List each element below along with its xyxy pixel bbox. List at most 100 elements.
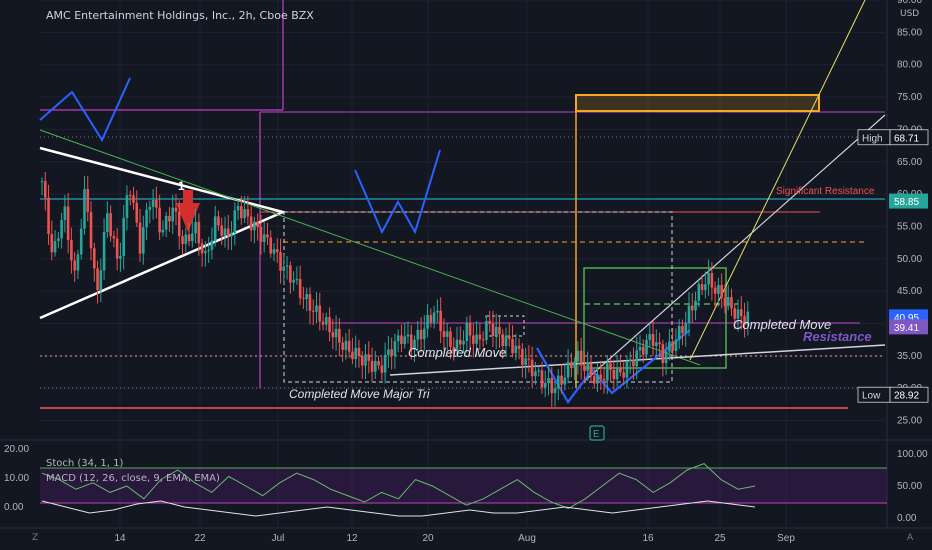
candle-body <box>135 202 139 223</box>
candle-body <box>550 378 554 394</box>
candle-body <box>651 334 655 346</box>
candle-body <box>677 326 681 340</box>
candle-body <box>360 356 364 366</box>
candle-body <box>717 284 720 294</box>
price-label: Low 28.92 <box>857 386 929 403</box>
candle-body <box>606 363 609 381</box>
candle-body <box>511 338 514 354</box>
candle-body <box>586 362 590 371</box>
time-tick: 25 <box>714 533 726 544</box>
candle-body <box>671 341 674 351</box>
candle-body <box>174 207 178 212</box>
time-tick: 20 <box>422 533 434 544</box>
candle-body <box>132 195 135 203</box>
candle-body <box>370 360 374 372</box>
completed-move-label: Completed Move <box>733 317 831 332</box>
candle-body <box>436 310 439 313</box>
candle-body <box>416 329 420 340</box>
candle-body <box>615 367 619 380</box>
time-tick: Aug <box>518 533 536 544</box>
earnings-label: E <box>593 429 600 440</box>
time-tick: 12 <box>346 533 358 544</box>
candle-body <box>576 350 580 362</box>
candle-body <box>390 349 393 356</box>
macd-tick: 10.00 <box>4 473 29 484</box>
candle-body <box>115 238 119 259</box>
candle-body <box>462 341 465 345</box>
candle-body <box>507 335 511 339</box>
candle-body <box>468 322 472 336</box>
candle-body <box>226 228 230 237</box>
stoch-tick: 50.00 <box>897 481 922 492</box>
candle-body <box>396 335 400 342</box>
candle-body <box>79 228 83 255</box>
candle-body <box>628 359 632 362</box>
candle-body <box>344 340 348 350</box>
candle-body <box>527 358 531 360</box>
candle-body <box>491 323 495 337</box>
price-label: 58.85 <box>889 193 928 209</box>
chart-title: AMC Entertainment Holdings, Inc., 2h, Cb… <box>46 9 314 22</box>
candle-body <box>164 215 168 230</box>
candle-body <box>530 359 534 377</box>
candle-body <box>592 376 596 384</box>
candle-body <box>602 378 606 381</box>
stoch-label[interactable]: Stoch (34, 1, 1) <box>46 458 123 469</box>
price-tick: 35.00 <box>897 351 922 362</box>
price-tick: 75.00 <box>897 92 922 103</box>
candle-body <box>475 334 478 344</box>
candle-body <box>485 320 488 341</box>
candle-body <box>540 370 544 388</box>
candle-body <box>419 329 423 340</box>
completed-move-label: Completed Move <box>408 345 506 360</box>
time-tick: Sep <box>777 533 795 544</box>
candle-body <box>76 254 80 271</box>
candle-body <box>102 231 106 271</box>
candle-body <box>710 273 714 288</box>
candle-body <box>573 361 576 369</box>
candle-body <box>106 213 109 232</box>
candle-body <box>429 315 433 323</box>
candle-body <box>112 236 116 239</box>
candle-body <box>498 326 501 335</box>
candle-body <box>442 331 446 337</box>
candle-body <box>648 334 652 340</box>
macd-tick: 20.00 <box>4 444 29 455</box>
candle-body <box>210 240 214 250</box>
candle-body <box>684 322 688 334</box>
candle-body <box>707 273 710 285</box>
candle-body <box>377 361 380 366</box>
candle-body <box>632 359 635 367</box>
candle-body <box>187 234 191 242</box>
candle-body <box>521 348 524 365</box>
candle-body <box>243 209 246 219</box>
macd-label[interactable]: MACD (12, 26, close, 9, EMA, EMA) <box>46 473 220 484</box>
candle-body <box>57 238 60 242</box>
price-tick: 90.00 <box>897 0 922 6</box>
candle-body <box>207 249 210 252</box>
auto-scale-corner[interactable]: A <box>907 533 913 543</box>
candle-body <box>393 341 397 356</box>
candle-body <box>655 342 658 346</box>
candle-body <box>230 233 233 237</box>
candle-body <box>305 294 308 299</box>
candle-body <box>223 228 227 236</box>
price-tick: 25.00 <box>897 416 922 427</box>
candle-body <box>619 367 622 373</box>
candle-body <box>730 297 733 309</box>
candle-body <box>638 346 642 351</box>
candle-body <box>537 370 540 372</box>
time-tick: Jul <box>272 533 285 544</box>
candle-body <box>40 181 44 183</box>
candle-body <box>109 213 112 237</box>
candle-body <box>272 249 276 254</box>
candle-body <box>249 216 253 231</box>
candle-body <box>347 340 351 352</box>
candle-body <box>298 279 302 299</box>
candle-body <box>122 218 125 256</box>
candle-body <box>321 321 325 325</box>
time-tick: 14 <box>114 533 126 544</box>
candle-body <box>151 199 155 207</box>
timezone-corner[interactable]: Z <box>32 533 38 543</box>
candle-body <box>66 206 70 240</box>
